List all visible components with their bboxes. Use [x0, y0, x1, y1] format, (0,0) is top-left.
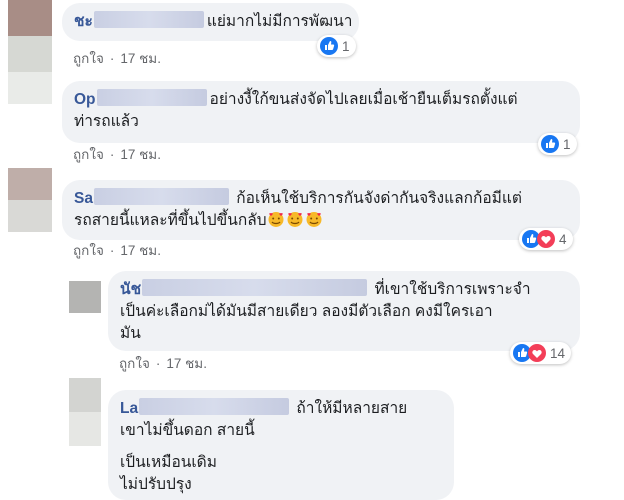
like-link[interactable]: ถูกใจ — [119, 356, 150, 371]
commenter-name[interactable]: Sa — [74, 190, 93, 207]
redacted-name — [139, 398, 290, 415]
comment-text: ก้อเห็นใช้บริการกันจังด่ากันจริงแลกก้อมี… — [236, 190, 522, 207]
comment-bubble: Op อย่างงี้ใก้ขนส่งจัดไปเลยเมื่อเช้ายืนเต… — [62, 81, 580, 143]
comment-text: เขาไม่ขึ้นดอก สายนี้ — [120, 422, 255, 439]
avatar[interactable] — [69, 281, 101, 313]
comment-bubble: ชะ แย่มากไม่มีการพัฒนา — [62, 3, 359, 41]
comment-meta: ถูกใจ · 17 ชม. — [73, 239, 161, 261]
avatar[interactable] — [8, 168, 52, 232]
comment-text: ที่เขาใช้บริการเพราะจำ — [374, 281, 531, 298]
comment-bubble: นัช ที่เขาใช้บริการเพราะจำ เป็นค่ะเลือกม… — [108, 271, 580, 351]
comment-bubble: Sa ก้อเห็นใช้บริการกันจังด่ากันจริงแลกก้… — [62, 180, 580, 240]
redacted-name — [96, 89, 207, 106]
smiling-face-with-hearts-icon — [306, 212, 322, 227]
redacted-name — [93, 188, 229, 205]
like-link[interactable]: ถูกใจ — [73, 51, 104, 66]
reaction-count: 1 — [563, 136, 571, 152]
commenter-name[interactable]: La — [120, 400, 138, 417]
reaction-summary[interactable]: 1 — [538, 133, 577, 155]
comment-bubble: La ถ้าให้มีหลายสาย เขาไม่ขึ้นดอก สายนี้ … — [108, 390, 454, 500]
thumbs-up-icon — [320, 37, 338, 55]
separator-dot: · — [109, 51, 115, 66]
reaction-count: 14 — [550, 345, 566, 361]
reaction-summary[interactable]: 1 — [317, 35, 356, 57]
comment-text: ท่ารถแล้ว — [74, 113, 139, 130]
timestamp[interactable]: 17 ชม. — [120, 243, 161, 258]
commenter-name[interactable]: นัช — [120, 281, 141, 298]
thumbs-up-icon — [541, 135, 559, 153]
comment-meta: ถูกใจ · 17 ชม. — [73, 47, 161, 69]
smiling-face-with-hearts-icon — [268, 212, 284, 227]
smiling-face-with-hearts-icon — [287, 212, 303, 227]
reaction-summary[interactable]: 4 — [519, 228, 573, 250]
comment-text: ถ้าให้มีหลายสาย — [296, 400, 408, 417]
avatar[interactable] — [69, 378, 101, 446]
comment-meta: ถูกใจ · 17 ชม. — [73, 143, 161, 165]
heart-icon — [537, 230, 555, 248]
comment-text: เป็นค่ะเลือกม่ได้มันมีสายเดียว ลองมีตัวเ… — [120, 303, 493, 320]
timestamp[interactable]: 17 ชม. — [166, 356, 207, 371]
reaction-count: 1 — [342, 38, 350, 54]
separator-dot: · — [109, 147, 115, 162]
reaction-summary[interactable]: 14 — [510, 342, 572, 364]
like-link[interactable]: ถูกใจ — [73, 147, 104, 162]
comment-text: แย่มากไม่มีการพัฒนา — [206, 13, 353, 30]
comment-text: อย่างงี้ใก้ขนส่งจัดไปเลยเมื่อเช้ายืนเต็ม… — [209, 91, 518, 108]
comment-text: มัน — [120, 325, 141, 342]
heart-icon — [528, 344, 546, 362]
comment-text: เป็นเหมือนเดิม — [120, 454, 217, 471]
redacted-name — [93, 11, 204, 28]
reaction-count: 4 — [559, 231, 567, 247]
comment-text: ไม่ปรับปรุง — [120, 476, 192, 493]
like-link[interactable]: ถูกใจ — [73, 243, 104, 258]
timestamp[interactable]: 17 ชม. — [120, 51, 161, 66]
comment-meta: ถูกใจ · 17 ชม. — [119, 352, 207, 374]
separator-dot: · — [155, 356, 161, 371]
commenter-name[interactable]: Op — [74, 91, 96, 108]
timestamp[interactable]: 17 ชม. — [120, 147, 161, 162]
commenter-name[interactable]: ชะ — [74, 13, 93, 30]
redacted-name — [142, 279, 368, 296]
comment-text: รถสายนี้แหละที่ขึ้นไปขึ้นกลับ — [74, 212, 267, 229]
avatar[interactable] — [8, 0, 52, 104]
separator-dot: · — [109, 243, 115, 258]
